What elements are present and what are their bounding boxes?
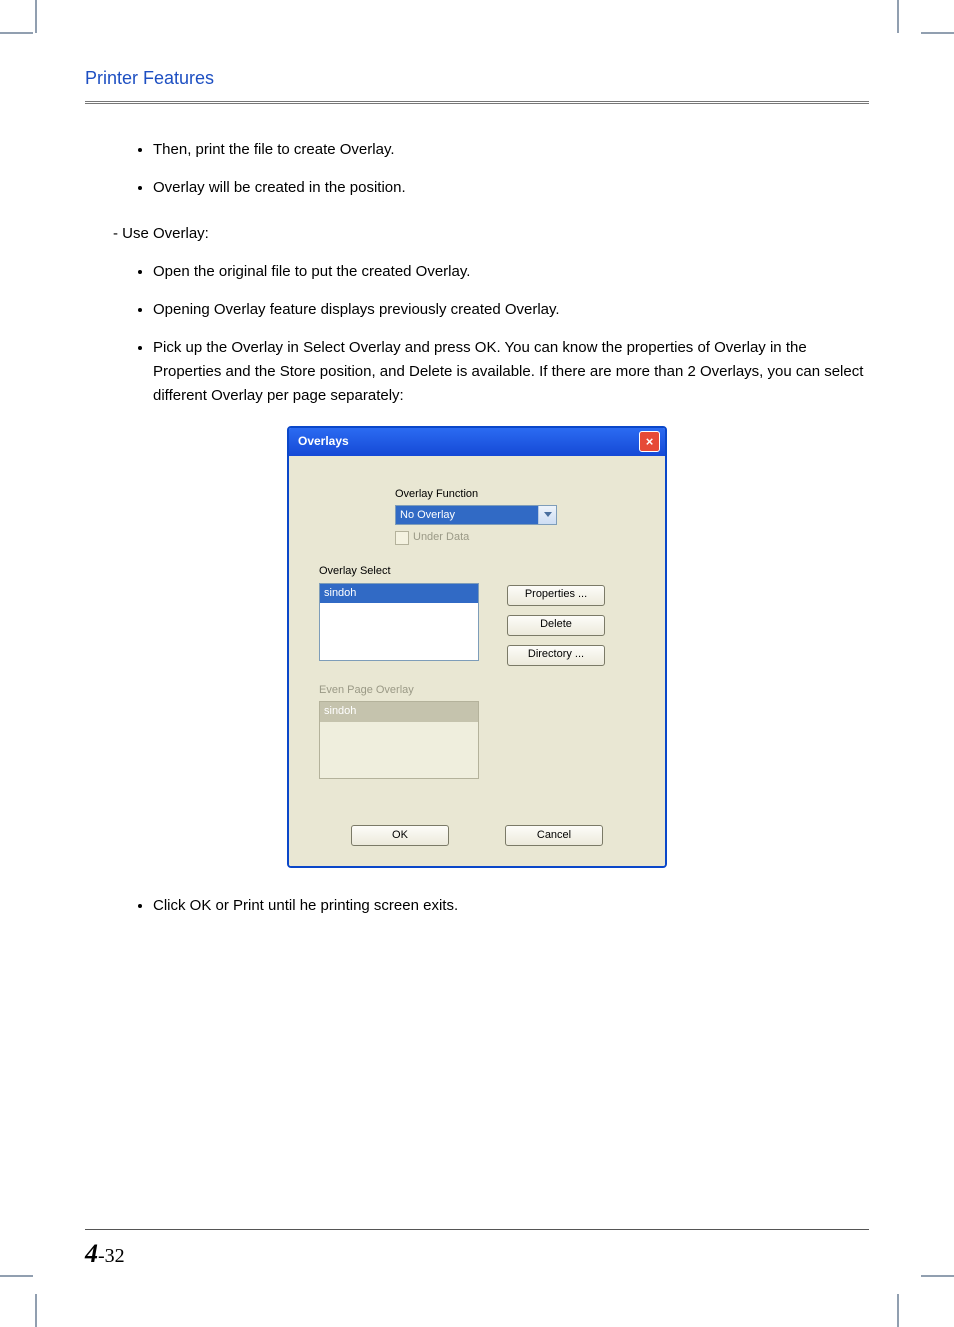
header-divider [85,101,869,108]
under-data-checkbox: Under Data [395,529,635,547]
even-page-overlay-listbox: sindoh [319,701,479,779]
ok-button[interactable]: OK [351,825,449,846]
under-data-label: Under Data [413,529,469,547]
cancel-button[interactable]: Cancel [505,825,603,846]
dialog-titlebar: Overlays × [289,428,665,456]
overlay-function-combo[interactable]: No Overlay [395,505,557,525]
list-item: Then, print the file to create Overlay. [153,138,869,162]
page-suffix: -32 [98,1245,125,1267]
page-number: 4-32 [85,1233,125,1275]
delete-button[interactable]: Delete [507,615,605,636]
list-item: Opening Overlay feature displays previou… [153,298,869,322]
overlay-function-value: No Overlay [396,506,538,524]
use-overlay-heading: - Use Overlay: [113,222,869,246]
after-bullet-list: Click OK or Print until he printing scre… [153,894,869,918]
list-item: Overlay will be created in the position. [153,176,869,200]
directory-button[interactable]: Directory ... [507,645,605,666]
even-page-overlay-label: Even Page Overlay [319,682,635,700]
overlay-select-listbox[interactable]: sindoh [319,583,479,661]
overlay-select-label: Overlay Select [319,563,635,581]
page-header-title: Printer Features [85,64,869,93]
properties-button[interactable]: Properties ... [507,585,605,606]
overlay-function-label: Overlay Function [395,486,635,504]
footer-divider [85,1229,869,1230]
overlays-dialog-screenshot: Overlays × Overlay Function No Overlay [287,426,667,868]
checkbox-icon [395,531,409,545]
list-item: sindoh [320,702,478,722]
list-item: Open the original file to put the create… [153,260,869,284]
close-button[interactable]: × [639,431,660,452]
list-item: Pick up the Overlay in Select Overlay an… [153,336,869,408]
close-icon: × [646,435,654,448]
list-item[interactable]: sindoh [320,584,478,604]
chevron-down-icon [538,506,556,524]
dialog-title: Overlays [298,432,349,451]
list-item: Click OK or Print until he printing scre… [153,894,869,918]
use-overlay-bullet-list: Open the original file to put the create… [153,260,869,408]
chapter-number: 4 [85,1239,98,1268]
intro-bullet-list: Then, print the file to create Overlay. … [153,138,869,200]
